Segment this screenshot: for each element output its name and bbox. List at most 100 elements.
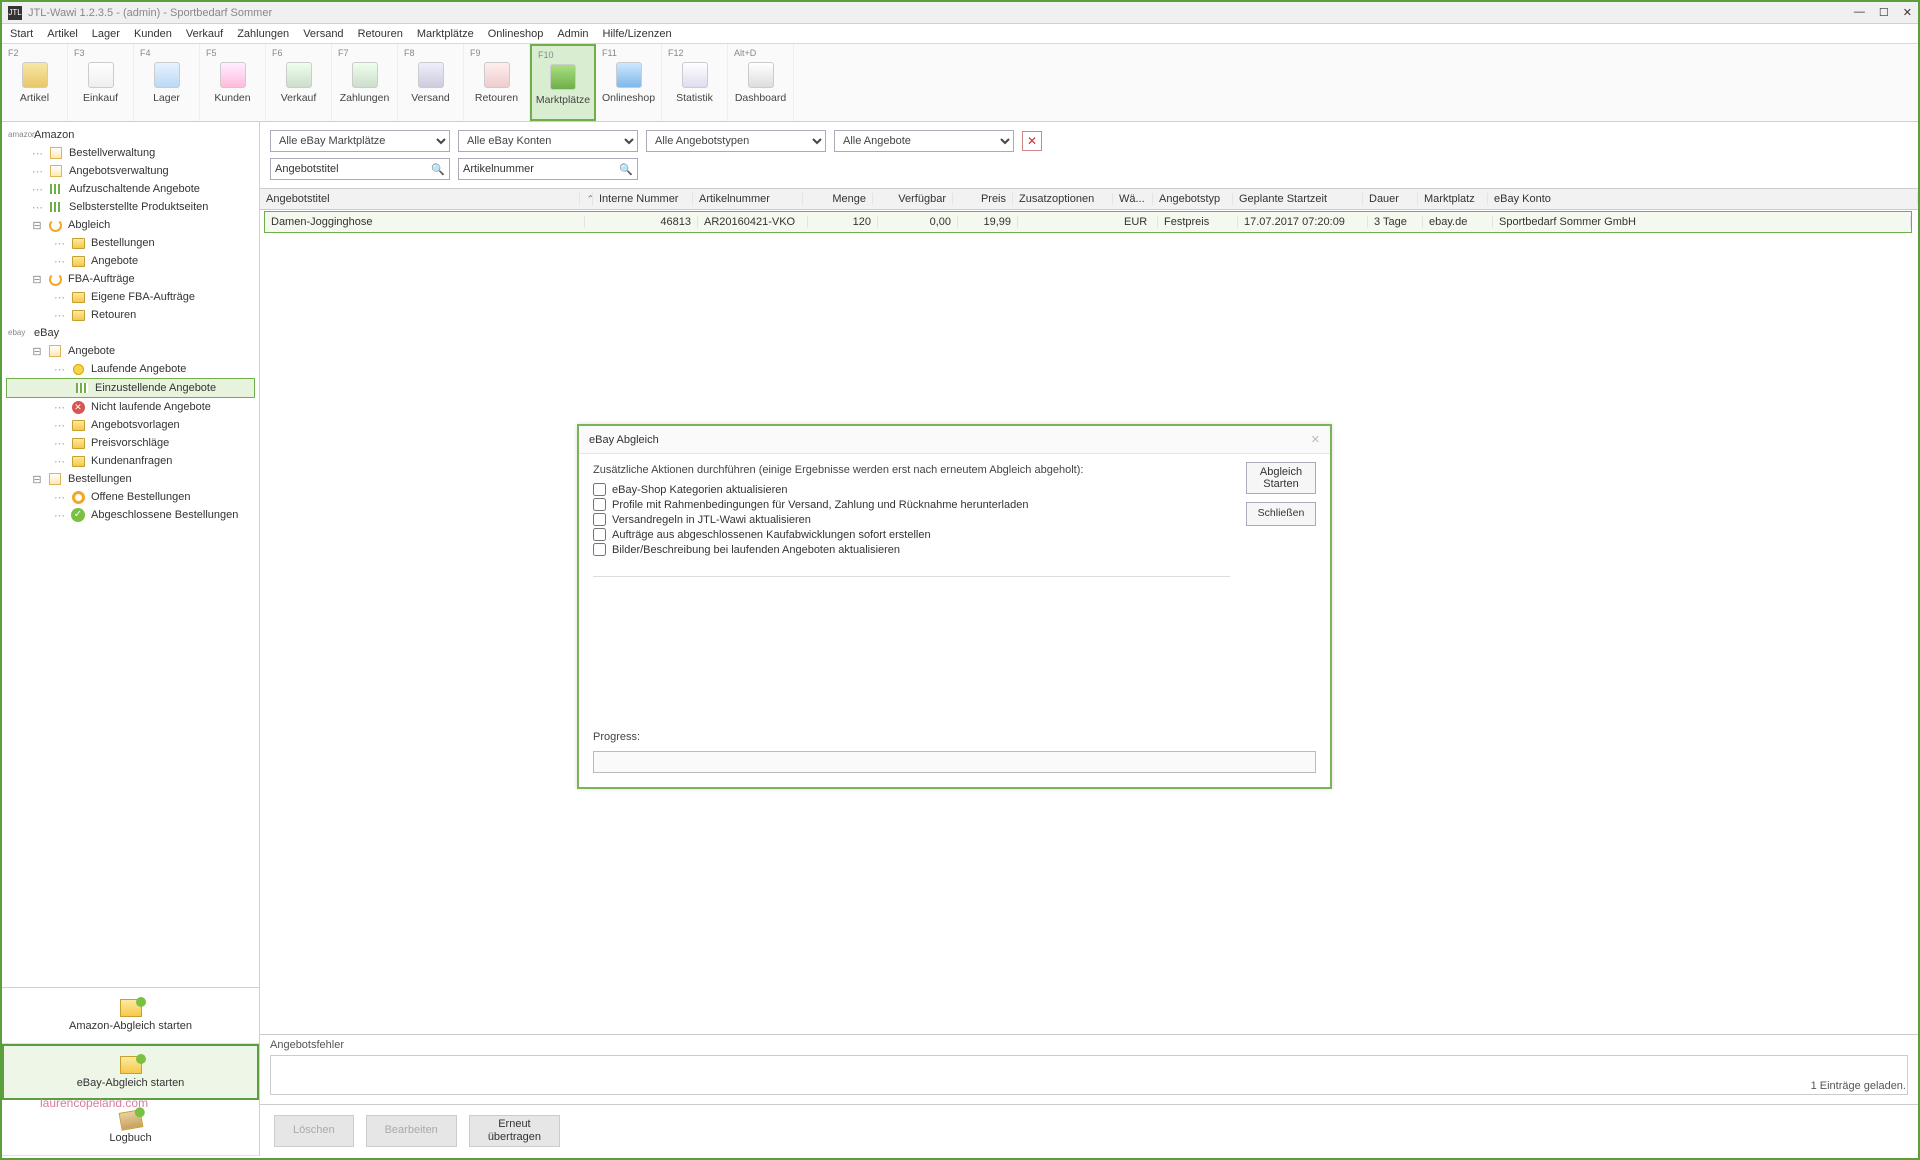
tree-aufzuschaltende[interactable]: ⋯Aufzuschaltende Angebote	[2, 180, 259, 198]
table-row[interactable]: Damen-Jogginghose 46813 AR20160421-VKO 1…	[264, 211, 1912, 233]
tree-fba[interactable]: ⊟FBA-Aufträge	[2, 270, 259, 288]
menu-lager[interactable]: Lager	[92, 28, 120, 40]
menu-versand[interactable]: Versand	[303, 28, 343, 40]
tree-fba-eigene[interactable]: ⋯Eigene FBA-Aufträge	[2, 288, 259, 306]
col-title[interactable]: Angebotstitel	[260, 193, 580, 205]
ribbon-einkauf[interactable]: F3Einkauf	[68, 44, 134, 121]
tree-ebay-angebote[interactable]: ⊟Angebote	[2, 342, 259, 360]
check-auftraege[interactable]: Aufträge aus abgeschlossenen Kaufabwickl…	[593, 527, 1316, 542]
tree-angebotsvorlagen[interactable]: ⋯Angebotsvorlagen	[2, 416, 259, 434]
search-icon: 🔍	[431, 163, 445, 176]
ribbon-kunden[interactable]: F5Kunden	[200, 44, 266, 121]
box-icon	[22, 62, 48, 88]
menu-verkauf[interactable]: Verkauf	[186, 28, 223, 40]
col-mkt[interactable]: Marktplatz	[1418, 193, 1488, 205]
edit-button[interactable]: Bearbeiten	[366, 1115, 457, 1147]
filter-marketplaces[interactable]: Alle eBay Marktplätze	[270, 130, 450, 152]
menu-admin[interactable]: Admin	[557, 28, 588, 40]
tree-amazon-header[interactable]: amazonAmazon	[2, 126, 259, 144]
tree-ebay-bestellungen[interactable]: ⊟Bestellungen	[2, 470, 259, 488]
tree-nicht-laufende[interactable]: ⋯✕Nicht laufende Angebote	[2, 398, 259, 416]
check-profile[interactable]: Profile mit Rahmenbedingungen für Versan…	[593, 497, 1316, 512]
tree-kundenanfragen[interactable]: ⋯Kundenanfragen	[2, 452, 259, 470]
checkbox[interactable]	[593, 498, 606, 511]
maximize-icon[interactable]: ☐	[1879, 6, 1889, 19]
abgleich-starten-button[interactable]: AbgleichStarten	[1246, 462, 1316, 494]
dialog-close-icon[interactable]: ✕	[1311, 433, 1320, 446]
delete-button[interactable]: Löschen	[274, 1115, 354, 1147]
schliessen-button[interactable]: Schließen	[1246, 502, 1316, 526]
ribbon-dashboard[interactable]: Alt+DDashboard	[728, 44, 794, 121]
tree-laufende-angebote[interactable]: ⋯Laufende Angebote	[2, 360, 259, 378]
amazon-abgleich-button[interactable]: Amazon-Abgleich starten	[2, 988, 259, 1044]
ribbon-versand[interactable]: F8Versand	[398, 44, 464, 121]
tree-angebotsverwaltung[interactable]: ⋯Angebotsverwaltung	[2, 162, 259, 180]
ebay-abgleich-button[interactable]: eBay-Abgleich starten	[2, 1044, 259, 1100]
tree-bestellverwaltung[interactable]: ⋯Bestellverwaltung	[2, 144, 259, 162]
ribbon-retouren[interactable]: F9Retouren	[464, 44, 530, 121]
check-bilder[interactable]: Bilder/Beschreibung bei laufenden Angebo…	[593, 542, 1316, 557]
menu-onlineshop[interactable]: Onlineshop	[488, 28, 544, 40]
col-inum[interactable]: Interne Nummer	[593, 193, 693, 205]
menu-artikel[interactable]: Artikel	[47, 28, 78, 40]
ribbon-zahlungen[interactable]: F7Zahlungen	[332, 44, 398, 121]
checkbox[interactable]	[593, 483, 606, 496]
tree-fba-retouren[interactable]: ⋯Retouren	[2, 306, 259, 324]
tree-offene-bestellungen[interactable]: ⋯Offene Bestellungen	[2, 488, 259, 506]
menu-start[interactable]: Start	[10, 28, 33, 40]
ribbon-onlineshop[interactable]: F11Onlineshop	[596, 44, 662, 121]
check-shop-kategorien[interactable]: eBay-Shop Kategorien aktualisieren	[593, 482, 1316, 497]
col-opt[interactable]: Zusatzoptionen	[1013, 193, 1113, 205]
tree-selbsterstellte[interactable]: ⋯Selbsterstellte Produktseiten	[2, 198, 259, 216]
col-atyp[interactable]: Angebotstyp	[1153, 193, 1233, 205]
ribbon-verkauf[interactable]: F6Verkauf	[266, 44, 332, 121]
ribbon-marktplaetze[interactable]: F10Marktplätze	[530, 44, 596, 121]
col-wae[interactable]: Wä...	[1113, 193, 1153, 205]
col-dauer[interactable]: Dauer	[1363, 193, 1418, 205]
col-menge[interactable]: Menge	[803, 193, 873, 205]
col-anum[interactable]: Artikelnummer	[693, 193, 803, 205]
filter-types[interactable]: Alle Angebotstypen	[646, 130, 826, 152]
dialog-titlebar[interactable]: eBay Abgleich ✕	[579, 426, 1330, 454]
check-versandregeln[interactable]: Versandregeln in JTL-Wawi aktualisieren	[593, 512, 1316, 527]
tree-abgleich[interactable]: ⊟Abgleich	[2, 216, 259, 234]
open-icon	[72, 491, 85, 504]
minimize-icon[interactable]: —	[1854, 6, 1865, 19]
checkbox[interactable]	[593, 513, 606, 526]
col-start[interactable]: Geplante Startzeit	[1233, 193, 1363, 205]
progress-bar	[593, 751, 1316, 773]
tree-abgleich-bestellungen[interactable]: ⋯Bestellungen	[2, 234, 259, 252]
col-konto[interactable]: eBay Konto	[1488, 193, 1918, 205]
doc-icon	[50, 165, 62, 177]
filter-accounts[interactable]: Alle eBay Konten	[458, 130, 638, 152]
search-artnum-input[interactable]: Artikelnummer🔍	[458, 158, 638, 180]
menu-retouren[interactable]: Retouren	[358, 28, 403, 40]
tree-abgeschlossene-bestellungen[interactable]: ⋯✓Abgeschlossene Bestellungen	[2, 506, 259, 524]
sort-icon[interactable]: ⌃	[580, 193, 593, 206]
filter-offers[interactable]: Alle Angebote	[834, 130, 1014, 152]
checkbox[interactable]	[593, 528, 606, 541]
close-icon[interactable]: ✕	[1903, 6, 1912, 19]
menu-kunden[interactable]: Kunden	[134, 28, 172, 40]
clear-filter-button[interactable]: ✕	[1022, 131, 1042, 151]
menu-zahlungen[interactable]: Zahlungen	[237, 28, 289, 40]
tree-ebay-header[interactable]: ebayeBay	[2, 324, 259, 342]
tree-preisvorschlaege[interactable]: ⋯Preisvorschläge	[2, 434, 259, 452]
ribbon-statistik[interactable]: F12Statistik	[662, 44, 728, 121]
progress-label: Progress:	[593, 731, 640, 743]
col-verf[interactable]: Verfügbar	[873, 193, 953, 205]
ribbon-lager[interactable]: F4Lager	[134, 44, 200, 121]
tree-einzustellende-angebote[interactable]: Einzustellende Angebote	[6, 378, 255, 398]
col-preis[interactable]: Preis	[953, 193, 1013, 205]
checkbox[interactable]	[593, 543, 606, 556]
tree-abgleich-angebote[interactable]: ⋯Angebote	[2, 252, 259, 270]
ribbon-artikel[interactable]: F2Artikel	[2, 44, 68, 121]
retry-button[interactable]: Erneutübertragen	[469, 1115, 560, 1147]
errors-box[interactable]	[270, 1055, 1908, 1095]
menu-hilfe[interactable]: Hilfe/Lizenzen	[603, 28, 672, 40]
search-title-input[interactable]: Angebotstitel🔍	[270, 158, 450, 180]
folder-icon	[72, 238, 85, 249]
grid-header[interactable]: Angebotstitel ⌃ Interne Nummer Artikelnu…	[260, 188, 1918, 210]
menu-marktplaetze[interactable]: Marktplätze	[417, 28, 474, 40]
doc-icon	[49, 473, 61, 485]
